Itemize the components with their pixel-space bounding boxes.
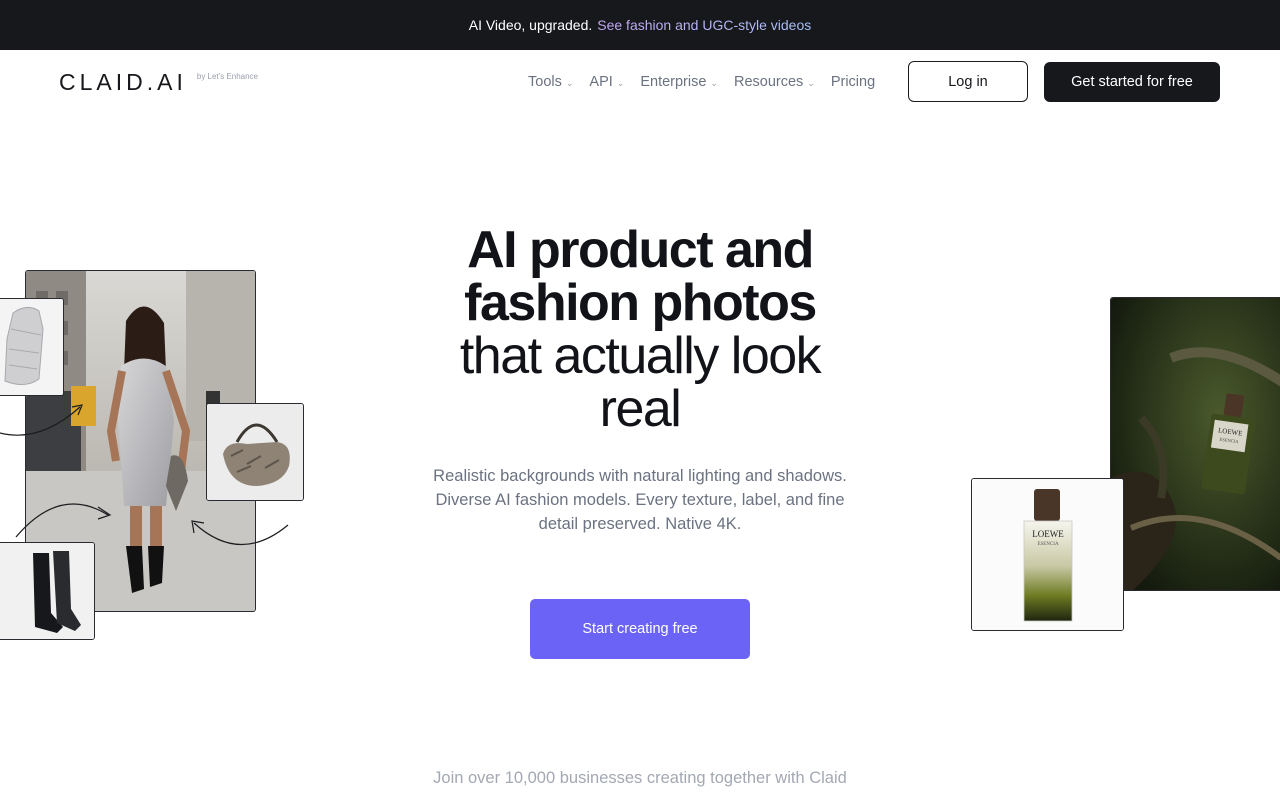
hero-title: AI product and fashion photos that actua… bbox=[400, 224, 880, 436]
hero-title-line: fashion photos bbox=[464, 274, 817, 332]
nav-item-label: Pricing bbox=[830, 74, 876, 90]
announcement-text: AI Video, upgraded. bbox=[468, 17, 593, 33]
start-creating-button[interactable]: Start creating free bbox=[530, 599, 750, 659]
hero-title-line: AI product and bbox=[467, 221, 814, 279]
chevron-down-icon: ⌄ bbox=[710, 77, 718, 88]
main-nav: Tools ⌄ API ⌄ Enterprise ⌄ Resources ⌄ P… bbox=[528, 62, 875, 102]
chevron-down-icon: ⌄ bbox=[616, 77, 625, 88]
perfume-forest-photo: LOEWE ESENCIA bbox=[1110, 297, 1280, 591]
social-proof-text: Join over 10,000 businesses creating tog… bbox=[433, 769, 847, 787]
announcement-bar: AI Video, upgraded. See fashion and UGC-… bbox=[0, 0, 1280, 50]
logo-wordmark: CLAID.AI bbox=[59, 69, 187, 95]
logo-byline: by Let's Enhance bbox=[196, 72, 258, 81]
perfume-bottle-label-line: ESENCIA bbox=[1037, 542, 1059, 547]
hero-subtitle: Realistic backgrounds with natural light… bbox=[433, 467, 847, 533]
nav-item-enterprise[interactable]: Enterprise ⌄ bbox=[640, 74, 718, 90]
nav-item-label: Enterprise bbox=[640, 74, 707, 90]
nav-item-api[interactable]: API ⌄ bbox=[589, 74, 624, 90]
nav-item-pricing[interactable]: Pricing bbox=[831, 74, 875, 90]
perfume-bottle-label-brand: LOEWE bbox=[1032, 529, 1064, 539]
get-started-button[interactable]: Get started for free bbox=[1044, 62, 1220, 102]
perfume-bottle-thumbnail: LOEWE ESENCIA bbox=[971, 478, 1124, 631]
hero-title-line: real bbox=[599, 380, 682, 438]
login-button[interactable]: Log in bbox=[908, 61, 1028, 102]
nav-item-label: Resources bbox=[733, 74, 804, 90]
nav-item-label: API bbox=[589, 74, 613, 90]
connector-arrows bbox=[0, 404, 289, 546]
chevron-down-icon: ⌄ bbox=[807, 77, 815, 88]
nav-item-tools[interactable]: Tools ⌄ bbox=[528, 74, 573, 90]
hero-title-line: that actually look bbox=[459, 327, 822, 385]
nav-item-label: Tools bbox=[528, 74, 562, 90]
chevron-down-icon: ⌄ bbox=[565, 77, 574, 88]
nav-item-resources[interactable]: Resources ⌄ bbox=[734, 74, 815, 90]
logo[interactable]: CLAID.AI by Let's Enhance bbox=[59, 69, 258, 95]
announcement-link[interactable]: See fashion and UGC-style videos bbox=[597, 17, 811, 33]
dress-product-thumbnail bbox=[0, 298, 64, 396]
